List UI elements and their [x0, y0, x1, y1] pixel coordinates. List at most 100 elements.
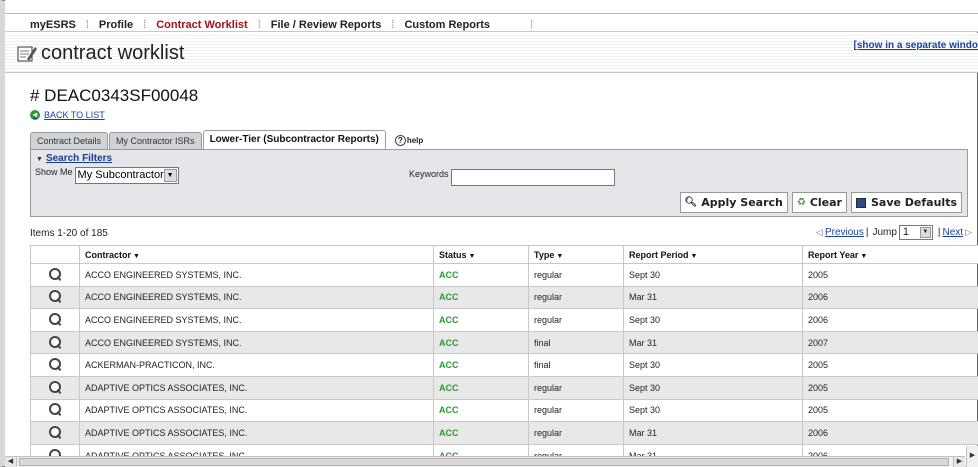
- show-me-group: Show Me My Subcontractor ▼: [35, 167, 179, 184]
- chevron-down-icon[interactable]: ▼: [163, 169, 177, 182]
- status-cell: ACC: [433, 398, 529, 423]
- jump-select[interactable]: 1 ▼: [898, 225, 933, 240]
- status-column-header[interactable]: Status ▼: [433, 245, 529, 264]
- top-nav: myESRS ⁞ Profile ⁞ Contract Worklist ⁞ F…: [30, 19, 543, 31]
- previous-link[interactable]: Previous: [825, 227, 864, 238]
- nav-file-review-reports[interactable]: File / Review Reports: [271, 19, 382, 31]
- table-row: ACCO ENGINEERED SYSTEMS, INC. ACC regula…: [30, 285, 978, 310]
- view-button[interactable]: [30, 375, 80, 400]
- type-cell: final: [528, 330, 624, 355]
- tab-lower-tier[interactable]: Lower-Tier (Subcontractor Reports): [202, 130, 386, 149]
- report-year-cell: 2005: [802, 263, 978, 287]
- status-header-label: Status: [439, 249, 467, 260]
- table-row: ACCO ENGINEERED SYSTEMS, INC. ACC final …: [30, 330, 978, 355]
- magnifier-icon: [49, 290, 61, 303]
- table-row: ADAPTIVE OPTICS ASSOCIATES, INC. ACC reg…: [30, 398, 978, 423]
- help-label: help: [406, 136, 424, 145]
- nav-custom-reports[interactable]: Custom Reports: [404, 19, 490, 31]
- nav-separator: ⁞: [530, 19, 534, 31]
- nav-separator: ⁞: [143, 19, 147, 31]
- status-cell: ACC: [433, 330, 529, 355]
- scroll-left-icon[interactable]: ◀: [5, 457, 17, 467]
- type-cell: regular: [528, 308, 624, 332]
- report-period-cell: Sept 30: [623, 375, 803, 400]
- table-header-row: Contractor ▼ Status ▼ Type ▼ Report Period ▼…: [30, 245, 978, 264]
- worklist-table: Contractor ▼ Status ▼ Type ▼ Report Period ▼…: [30, 245, 978, 467]
- search-icon: 🔍︎: [684, 197, 698, 208]
- contractor-cell: ACKERMAN-PRACTICON, INC.: [79, 353, 434, 377]
- report-period-cell: Mar 31: [623, 421, 803, 445]
- show-me-select[interactable]: My Subcontractor ▼: [74, 167, 179, 184]
- save-defaults-label: Save Defaults: [870, 196, 957, 209]
- search-filters-toggle[interactable]: ▼ Search Filters: [36, 153, 112, 164]
- sort-caret-icon: ▼: [133, 252, 140, 260]
- tab-contract-details[interactable]: Contract Details: [30, 132, 109, 149]
- keywords-input[interactable]: [450, 169, 615, 186]
- report-year-cell: 2006: [802, 421, 978, 445]
- type-cell: regular: [528, 421, 624, 445]
- contractor-column-header[interactable]: Contractor ▼: [79, 245, 434, 264]
- page-header: contract worklist [show in a separate wi…: [5, 33, 978, 73]
- status-cell: ACC: [433, 308, 529, 332]
- type-cell: final: [528, 353, 624, 377]
- back-arrow-icon: ◂: [30, 110, 40, 120]
- chevron-down-icon[interactable]: ▼: [919, 227, 931, 238]
- vertical-scrollbar[interactable]: ▶: [966, 446, 978, 467]
- separate-window-link[interactable]: [show in a separate windo: [854, 40, 978, 51]
- pager-divider: |: [865, 227, 869, 238]
- help-icon: ?: [394, 135, 406, 146]
- horizontal-scrollbar[interactable]: ◀ ▶: [5, 456, 965, 467]
- report-year-cell: 2006: [802, 308, 978, 332]
- report-period-column-header[interactable]: Report Period ▼: [623, 245, 803, 264]
- nav-contract-worklist[interactable]: Contract Worklist: [156, 19, 247, 31]
- jump-value: 1: [902, 226, 910, 238]
- magnifier-icon: [49, 312, 61, 325]
- keywords-group: Keywords: [409, 169, 615, 186]
- status-cell: ACC: [433, 421, 529, 445]
- nav-separator: ⁞: [391, 19, 395, 31]
- save-defaults-button[interactable]: Save Defaults: [850, 192, 962, 213]
- status-cell: ACC: [433, 375, 529, 400]
- scrollbar-thumb[interactable]: [19, 458, 949, 466]
- search-filters-panel: ▼ Search Filters Show Me My Subcontractor…: [30, 149, 968, 217]
- report-year-cell: 2005: [802, 398, 978, 423]
- apply-search-button[interactable]: 🔍︎ Apply Search: [679, 192, 788, 213]
- show-me-label: Show Me: [35, 167, 73, 177]
- magnifier-icon: [49, 267, 61, 280]
- view-button[interactable]: [30, 263, 80, 287]
- collapse-triangle-icon: ▼: [36, 156, 43, 163]
- scroll-right-icon[interactable]: ▶: [953, 457, 965, 467]
- help-button[interactable]: ? help: [394, 132, 424, 149]
- type-column-header[interactable]: Type ▼: [528, 245, 624, 264]
- nav-myesrs[interactable]: myESRS: [30, 19, 76, 31]
- back-to-list-link[interactable]: ◂ BACK TO LIST: [30, 110, 105, 120]
- icon-column-header: [30, 245, 80, 264]
- sort-caret-icon: ▼: [690, 252, 698, 260]
- table-row: ACCO ENGINEERED SYSTEMS, INC. ACC regula…: [30, 308, 978, 332]
- view-button[interactable]: [30, 308, 80, 332]
- next-link[interactable]: Next: [943, 227, 964, 238]
- report-period-cell: Sept 30: [623, 263, 803, 287]
- nav-separator: ⁞: [257, 19, 261, 31]
- tab-my-contractor-isrs[interactable]: My Contractor ISRs: [109, 132, 202, 149]
- keywords-label: Keywords: [409, 169, 449, 179]
- report-year-column-header[interactable]: Report Year ▼: [802, 245, 978, 264]
- pager-divider: |: [937, 227, 941, 238]
- view-button[interactable]: [30, 330, 80, 355]
- nav-profile[interactable]: Profile: [99, 19, 133, 31]
- clear-button[interactable]: ♻ Clear: [791, 192, 847, 213]
- view-button[interactable]: [30, 285, 80, 310]
- tab-bar: Contract Details My Contractor ISRs Lowe…: [30, 130, 423, 149]
- report-period-cell: Mar 31: [623, 330, 803, 355]
- report-year-cell: 2006: [802, 285, 978, 310]
- report-year-cell: 2005: [802, 375, 978, 400]
- view-button[interactable]: [30, 398, 80, 423]
- clear-icon: ♻: [796, 197, 806, 208]
- contractor-cell: ACCO ENGINEERED SYSTEMS, INC.: [79, 285, 434, 310]
- table-row: ADAPTIVE OPTICS ASSOCIATES, INC. ACC reg…: [30, 421, 978, 445]
- view-button[interactable]: [30, 421, 80, 445]
- sort-caret-icon: ▼: [556, 252, 564, 260]
- back-to-list-label: BACK TO LIST: [44, 110, 105, 120]
- view-button[interactable]: [30, 353, 80, 377]
- type-cell: regular: [528, 398, 624, 423]
